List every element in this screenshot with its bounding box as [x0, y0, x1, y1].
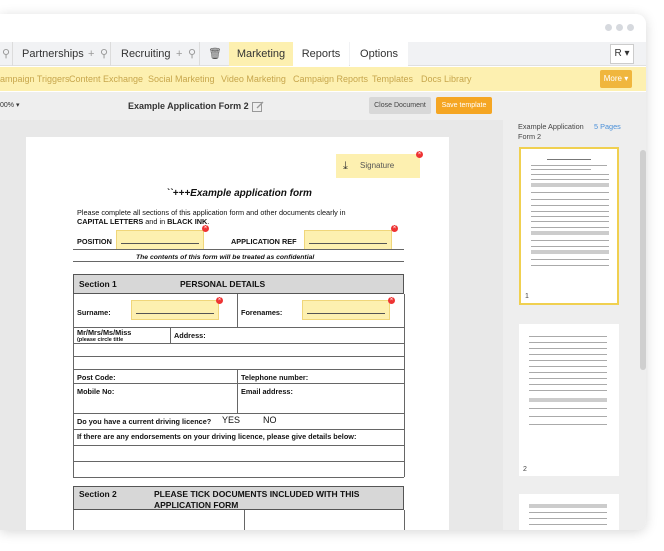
document-toolbar: 00% ▾ Example Application Form 2 Close D… [0, 92, 503, 120]
section-2-header: Section 2 PLEASE TICK DOCUMENTS INCLUDED… [73, 486, 404, 510]
download-icon: ⤓ [343, 160, 348, 172]
address-label: Address: [174, 331, 206, 340]
forenames-field[interactable] [302, 300, 390, 320]
subnav-content-exchange[interactable]: Content Exchange [69, 67, 143, 91]
email-label: Email address: [241, 387, 293, 396]
title-label: Mr/Mrs/Ms/Miss [77, 328, 132, 337]
surname-label: Surname: [77, 308, 111, 317]
subnav-campaign-reports[interactable]: Campaign Reports [293, 67, 368, 91]
remove-field-icon[interactable]: × [216, 297, 223, 304]
confidential-note: The contents of this form will be treate… [136, 254, 315, 261]
application-ref-label: APPLICATION REF [231, 237, 297, 246]
forenames-label: Forenames: [241, 308, 283, 317]
surname-field[interactable] [131, 300, 219, 320]
form-intro: Please complete all sections of this app… [77, 208, 346, 226]
pages-scrollbar[interactable] [640, 150, 646, 370]
search-icon[interactable]: ⚲ [100, 42, 108, 66]
licence-yes[interactable]: YES [222, 415, 240, 425]
trash-icon[interactable]: 🗑 [208, 42, 222, 66]
subnav-video-marketing[interactable]: Video Marketing [221, 67, 286, 91]
add-icon[interactable]: + [176, 42, 182, 66]
thumbnail-page-number: 2 [523, 466, 527, 473]
endorsement-question: If there are any endorsements on your dr… [77, 432, 357, 441]
section-1-header: Section 1 PERSONAL DETAILS [73, 274, 404, 294]
subnav-templates[interactable]: Templates [372, 67, 413, 91]
remove-field-icon[interactable]: × [388, 297, 395, 304]
mobile-label: Mobile No: [77, 387, 115, 396]
page-thumbnail-2[interactable]: 2 [519, 324, 619, 476]
postcode-label: Post Code: [77, 373, 116, 382]
position-label: POSITION [77, 237, 112, 246]
tab-recruiting[interactable]: Recruiting [121, 42, 171, 66]
search-icon[interactable]: ⚲ [188, 42, 196, 66]
remove-field-icon[interactable]: × [202, 225, 209, 232]
tab-options[interactable]: Options [350, 42, 408, 66]
zoom-select[interactable]: 00% ▾ [0, 92, 19, 120]
pages-doc-name: Example Application Form 2 [518, 122, 584, 141]
signature-field[interactable]: ⤓ Signature [336, 154, 420, 178]
pages-panel: Example Application Form 2 5 Pages 1 2 [503, 92, 646, 530]
telephone-label: Telephone number: [241, 373, 309, 382]
remove-field-icon[interactable]: × [391, 225, 398, 232]
tab-partnerships[interactable]: Partnerships [22, 42, 84, 66]
page-count: 5 Pages [594, 122, 621, 131]
tab-reports[interactable]: Reports [293, 42, 349, 66]
remove-field-icon[interactable]: × [416, 151, 423, 158]
thumbnail-page-number: 1 [525, 293, 529, 300]
add-icon[interactable]: + [88, 42, 94, 66]
subnav-social-marketing[interactable]: Social Marketing [148, 67, 215, 91]
title-bar [0, 14, 646, 42]
close-document-button[interactable]: Close Document [369, 97, 431, 114]
licence-no[interactable]: NO [263, 415, 277, 425]
document-page: ⤓ Signature × ``+++Example application f… [26, 137, 449, 530]
main-tab-bar: ⚲ Partnerships + ⚲ Recruiting + ⚲ 🗑 Mark… [0, 42, 646, 66]
user-menu-button[interactable]: R ▾ [610, 44, 634, 64]
subnav-docs-library[interactable]: Docs Library [421, 67, 472, 91]
edit-icon[interactable] [252, 101, 264, 112]
tab-marketing[interactable]: Marketing [229, 42, 293, 66]
form-title: ``+++Example application form [166, 188, 312, 199]
marketing-subnav: ampaign Triggers Content Exchange Social… [0, 67, 646, 91]
page-thumbnail-1[interactable]: 1 [519, 147, 619, 305]
document-title: Example Application Form 2 [128, 101, 249, 111]
save-template-button[interactable]: Save template [436, 97, 492, 114]
page-thumbnail-3[interactable] [519, 494, 619, 530]
subnav-campaign-triggers[interactable]: ampaign Triggers [0, 67, 70, 91]
licence-question: Do you have a current driving licence? [77, 417, 212, 426]
more-button[interactable]: More ▾ [600, 70, 632, 88]
search-icon[interactable]: ⚲ [2, 42, 10, 66]
position-field[interactable] [116, 230, 204, 250]
window-menu-dots[interactable] [605, 24, 634, 31]
application-ref-field[interactable] [304, 230, 392, 250]
